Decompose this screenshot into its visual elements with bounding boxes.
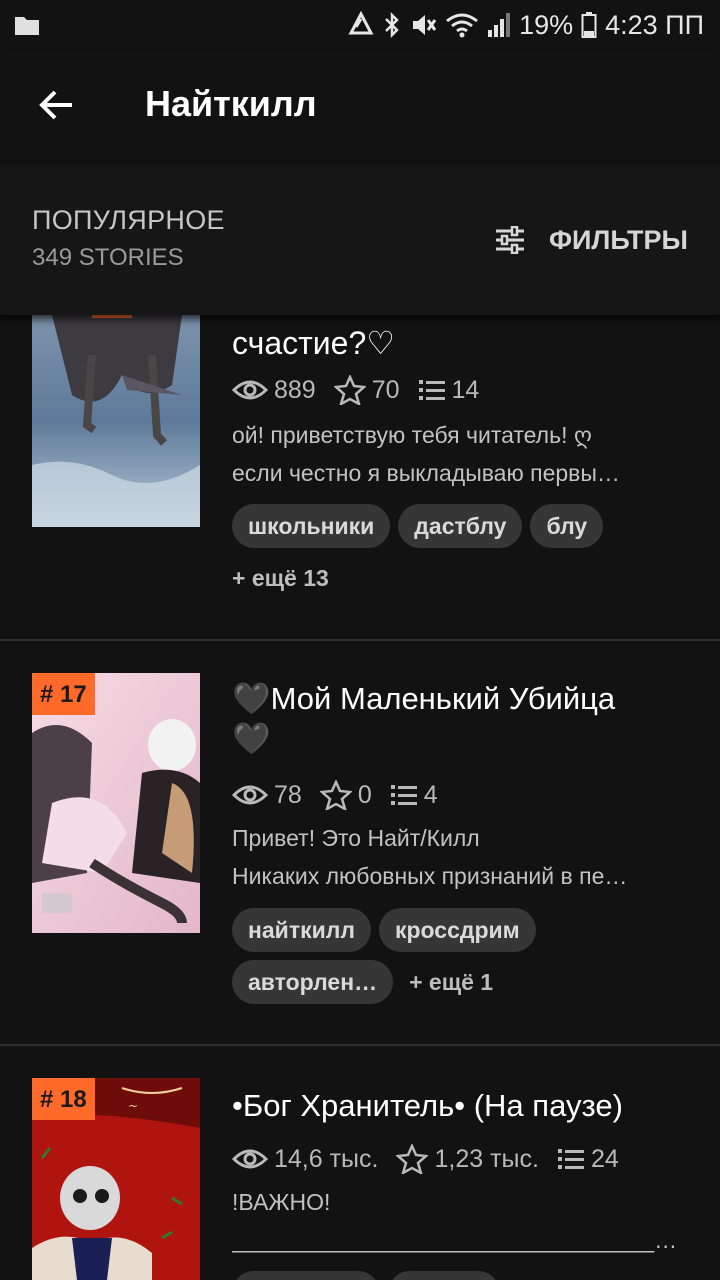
eye-icon — [232, 380, 268, 400]
star-icon — [333, 375, 366, 405]
app-bar: Найткилл — [0, 50, 720, 160]
view-count: 14,6 тыс. — [274, 1144, 379, 1173]
tag-chip[interactable]: блу — [530, 504, 604, 548]
tag-list — [232, 1271, 692, 1280]
story-title[interactable]: счастие?♡ — [232, 323, 692, 363]
arrow-left-icon — [39, 90, 72, 120]
vote-count: 70 — [371, 375, 400, 404]
story-item[interactable]: ~ # 18 •Бог Хранитель• (На паузе) 14,6 т… — [0, 1046, 720, 1280]
story-stats: 14,6 тыс. 1,23 тыс. 24 — [232, 1142, 637, 1176]
sliders-icon — [495, 226, 524, 254]
star-icon — [396, 1144, 429, 1174]
part-count: 24 — [590, 1144, 619, 1173]
more-tags-link[interactable]: + ещё 1 — [401, 960, 501, 1004]
recycle-icon — [347, 11, 375, 39]
rank-badge: # 18 — [32, 1078, 95, 1120]
svg-text:~: ~ — [128, 1099, 138, 1113]
sort-header: ПОПУЛЯРНОЕ 349 STORIES ФИЛЬТРЫ — [0, 160, 720, 315]
more-tags-link[interactable]: + ещё 13 — [232, 556, 692, 600]
story-list[interactable]: счастие?♡ 889 70 14 ой! приветствую тебя… — [0, 315, 720, 1280]
tag-chip[interactable] — [232, 1271, 380, 1280]
clock: 4:23 ПП — [605, 9, 704, 40]
story-stats: 889 70 14 — [232, 373, 497, 407]
story-stats: 78 0 4 — [232, 778, 456, 812]
filters-label: ФИЛЬТРЫ — [548, 224, 688, 255]
story-title[interactable]: •Бог Хранитель• (На паузе) — [232, 1086, 702, 1126]
bluetooth-icon — [383, 11, 401, 39]
page-title: Найткилл — [145, 83, 317, 124]
story-count: 349 STORIES — [32, 244, 184, 271]
story-cover[interactable]: ~ # 18 — [32, 1078, 200, 1280]
tag-list: найткилл кроссдрим авторлен… + ещё 1 — [232, 908, 692, 1004]
battery-percent: 19% — [519, 9, 574, 40]
part-count: 4 — [423, 780, 438, 809]
folder-icon — [14, 14, 40, 41]
part-count: 14 — [451, 375, 480, 404]
list-icon — [418, 380, 445, 400]
story-title[interactable]: 🖤Мой Маленький Убийца 🖤 — [232, 679, 692, 759]
story-description: ой! приветствую тебя читатель! ღ если че… — [232, 422, 620, 486]
tag-chip[interactable] — [388, 1271, 500, 1280]
list-icon — [390, 785, 417, 805]
signal-icon — [487, 12, 511, 38]
story-cover[interactable] — [32, 315, 200, 527]
vote-count: 1,23 тыс. — [434, 1144, 539, 1173]
star-icon — [319, 780, 352, 810]
story-description: Привет! Это Найт/Килл Никаких любовных п… — [232, 825, 628, 889]
rank-badge: # 17 — [32, 673, 95, 715]
story-cover[interactable]: # 17 — [32, 673, 200, 933]
mute-icon — [409, 11, 437, 39]
view-count: 78 — [274, 780, 302, 809]
view-count: 889 — [274, 375, 316, 404]
filters-button[interactable]: ФИЛЬТРЫ — [495, 218, 688, 262]
tag-chip[interactable]: кроссдрим — [378, 908, 536, 952]
tag-chip[interactable]: авторлен… — [232, 960, 394, 1004]
list-icon — [557, 1149, 584, 1169]
eye-icon — [232, 1149, 268, 1169]
eye-icon — [232, 785, 268, 805]
vote-count: 0 — [357, 780, 372, 809]
battery-icon — [581, 11, 597, 39]
tag-chip[interactable]: дастблу — [398, 504, 523, 548]
status-bar: 19% 4:23 ПП — [0, 0, 720, 50]
wifi-icon — [445, 11, 479, 39]
tag-list: школьники дастблу блу + ещё 13 — [232, 504, 692, 600]
tag-chip[interactable]: школьники — [232, 504, 391, 548]
sort-label: ПОПУЛЯРНОЕ — [32, 205, 225, 235]
story-item[interactable]: счастие?♡ 889 70 14 ой! приветствую тебя… — [0, 315, 720, 640]
back-button[interactable] — [28, 80, 84, 130]
story-description: !ВАЖНО! ________________________________… — [232, 1189, 687, 1253]
tag-chip[interactable]: найткилл — [232, 908, 371, 952]
